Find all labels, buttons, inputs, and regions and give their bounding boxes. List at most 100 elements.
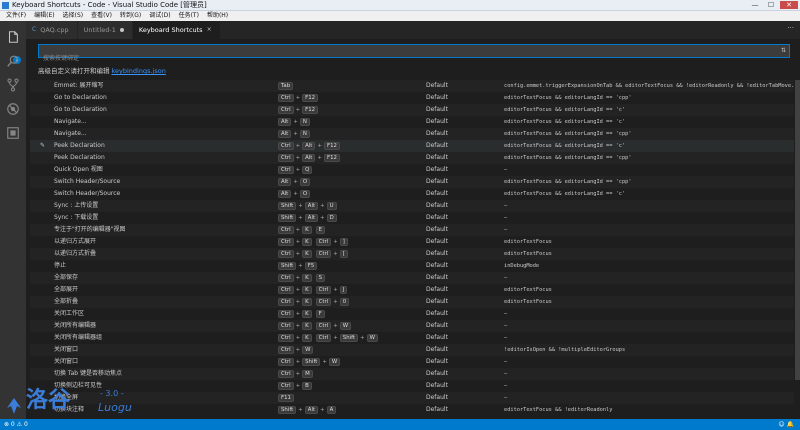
more-actions-icon[interactable]: ··· [787, 24, 794, 32]
when-clause: editorTextFocus && editorLangId == 'cpp' [504, 155, 632, 161]
sort-by-precedence-icon[interactable]: ⇅ [781, 47, 786, 54]
keybinding-row[interactable]: Go to Declaration Ctrl + F12 Default editorTe… [30, 104, 796, 116]
menu-debug[interactable]: 调试(D) [145, 11, 174, 21]
keybinding-cell: Ctrl + K Ctrl +0 [278, 296, 424, 309]
source-label: Default [426, 142, 448, 149]
key-separator: + [360, 335, 365, 341]
keybinding-cell: Shift + F5 [278, 260, 424, 273]
problems-indicator[interactable]: ⊗ 0 ⚠ 0 [4, 419, 28, 430]
keybinding-row[interactable]: 全部保存 Ctrl + K S Default — [30, 272, 796, 284]
maximize-button[interactable]: ☐ [764, 1, 778, 9]
search-input[interactable] [39, 52, 789, 65]
vertical-scrollbar[interactable] [794, 40, 800, 419]
keybinding-row[interactable]: 切换 Tab 键是否移动焦点 Ctrl + M Default — [30, 368, 796, 380]
key-separator: + [295, 155, 301, 161]
key-separator: + [320, 215, 325, 221]
minimize-button[interactable]: — [748, 1, 762, 9]
menu-help[interactable]: 帮助(H) [203, 11, 232, 21]
key-cap: Ctrl [278, 358, 294, 366]
keybinding-row[interactable]: ✎ Peek Declaration Ctrl + Alt + F12 Default edit… [30, 140, 796, 152]
key-separator: + [333, 251, 338, 257]
files-icon[interactable] [6, 29, 20, 43]
keybinding-row[interactable]: 关闭工作区 Ctrl + K F Default — [30, 308, 796, 320]
when-clause: — [504, 359, 508, 365]
key-cap: Ctrl [278, 94, 294, 102]
keybinding-row[interactable]: Sync : 上传设置 Shift + Alt + U Default — [30, 200, 796, 212]
key-separator: + [333, 287, 338, 293]
menu-view[interactable]: 查看(V) [87, 11, 116, 21]
keybinding-row[interactable]: 关闭所有编辑器 Ctrl + K Ctrl + W Default — [30, 320, 796, 332]
key-cap: F12 [323, 154, 340, 162]
key-cap: Shift [278, 214, 297, 222]
key-separator: + [295, 95, 301, 101]
keybinding-row[interactable]: Switch Header/Source Alt + O Default editorTe… [30, 176, 796, 188]
edit-keybinding-icon[interactable]: ✎ [40, 140, 50, 152]
keybinding-row[interactable]: Quick Open 视图 Ctrl + Q Default — [30, 164, 796, 176]
unsaved-dot-icon[interactable] [119, 28, 124, 32]
command-label: Navigate... [54, 118, 87, 125]
command-label: Navigate... [54, 130, 87, 137]
keybinding-row[interactable]: Sync : 下载设置 Shift + Alt + D Default — [30, 212, 796, 224]
keybinding-row[interactable]: Navigate... Alt + N Default editorTextFocus &… [30, 116, 796, 128]
source-label: Default [426, 298, 448, 305]
key-separator: + [298, 215, 303, 221]
source-label: Default [426, 106, 448, 113]
when-clause: editorTextFocus && !editorReadonly [504, 407, 613, 413]
menu-file[interactable]: 文件(F) [2, 11, 30, 21]
keybinding-row[interactable]: 关闭窗口 Ctrl + W Default !editorIsOpen && !multi… [30, 344, 796, 356]
search-icon[interactable] [6, 53, 20, 67]
menu-go[interactable]: 转到(G) [116, 11, 145, 21]
extensions-icon[interactable] [6, 125, 20, 139]
key-cap: K [302, 310, 312, 318]
tab-keyboard-shortcuts[interactable]: Keyboard Shortcuts × [132, 21, 221, 39]
keybinding-cell: Ctrl + Alt + F12 [278, 152, 424, 165]
key-cap: F12 [323, 142, 340, 150]
keybinding-row[interactable]: 全部折叠 Ctrl + K Ctrl +0 Default editorTextFocus [30, 296, 796, 308]
menu-selection[interactable]: 选择(S) [59, 11, 88, 21]
menu-tasks[interactable]: 任务(T) [175, 11, 203, 21]
close-window-button[interactable]: ✕ [780, 1, 798, 9]
key-cap: Ctrl [278, 226, 294, 234]
key-cap: Ctrl [278, 310, 294, 318]
source-control-icon[interactable] [6, 77, 20, 92]
command-label: 切换 Tab 键是否移动焦点 [54, 370, 122, 377]
status-right-icons[interactable]: ☺ 🔔 [778, 419, 794, 430]
close-tab-icon[interactable]: × [207, 21, 212, 39]
source-label: Default [426, 346, 448, 353]
keybinding-row[interactable]: Go to Declaration Ctrl + F12 Default editorTe… [30, 92, 796, 104]
keybinding-cell: Alt + N [278, 128, 424, 141]
key-separator: + [295, 251, 301, 257]
command-label: 关闭所有编辑器 [54, 322, 97, 329]
command-label: Emmet: 展开缩写 [54, 82, 104, 89]
keybinding-row[interactable]: 专注于"打开的编辑器"视图 Ctrl + K E Default — [30, 224, 796, 236]
keybinding-row[interactable]: 停止 Shift + F5 Default inDebugMode [30, 260, 796, 272]
keybinding-row[interactable]: 以递归方式展开 Ctrl + K Ctrl +] Default editorTextFocu… [30, 236, 796, 248]
keybinding-row[interactable]: Navigate... Alt + N Default editorTextFocus &… [30, 128, 796, 140]
when-clause: editorTextFocus && editorLangId == 'c' [504, 143, 626, 149]
debug-icon[interactable] [6, 101, 20, 115]
command-label: Go to Declaration [54, 94, 107, 101]
keybindings-json-link[interactable]: keybindings.json [112, 67, 166, 75]
key-cap: Ctrl [278, 250, 294, 258]
when-clause: editorTextFocus && editorLangId == 'cpp' [504, 179, 632, 185]
menu-edit[interactable]: 编辑(E) [30, 11, 58, 21]
scrollbar-thumb[interactable] [795, 80, 800, 380]
keybinding-row[interactable]: 全部展开 Ctrl + K Ctrl + J Default editorTextFocus [30, 284, 796, 296]
when-clause: editorTextFocus && editorLangId == 'c' [504, 119, 626, 125]
key-cap: Alt [278, 178, 292, 186]
key-separator: + [295, 107, 301, 113]
keybinding-row[interactable]: 以递归方式折叠 Ctrl + K Ctrl +[Default editorTextFocu… [30, 248, 796, 260]
when-clause: editorTextFocus [504, 299, 552, 305]
tab-qaq-cpp[interactable]: C QAQ.cpp [26, 21, 78, 39]
keybinding-row[interactable]: 关闭所有编辑器组 Ctrl + K Ctrl + Shift + W Default — [30, 332, 796, 344]
keybinding-row[interactable]: Peek Declaration Ctrl + Alt + F12 Default edito… [30, 152, 796, 164]
keybinding-row[interactable]: 关闭窗口 Ctrl + Shift + W Default — [30, 356, 796, 368]
tab-label: QAQ.cpp [40, 26, 69, 34]
keybinding-row[interactable]: Switch Header/Source Alt + O Default editorTe… [30, 188, 796, 200]
when-clause: — [504, 227, 508, 233]
key-separator: + [295, 227, 301, 233]
tab-untitled-1[interactable]: Untitled-1 [77, 21, 133, 39]
command-label: 全部展开 [54, 286, 79, 293]
keybinding-row[interactable]: Emmet: 展开缩写 Tab Default config.emmet.trigge… [30, 80, 796, 92]
key-cap: Ctrl [278, 286, 294, 294]
